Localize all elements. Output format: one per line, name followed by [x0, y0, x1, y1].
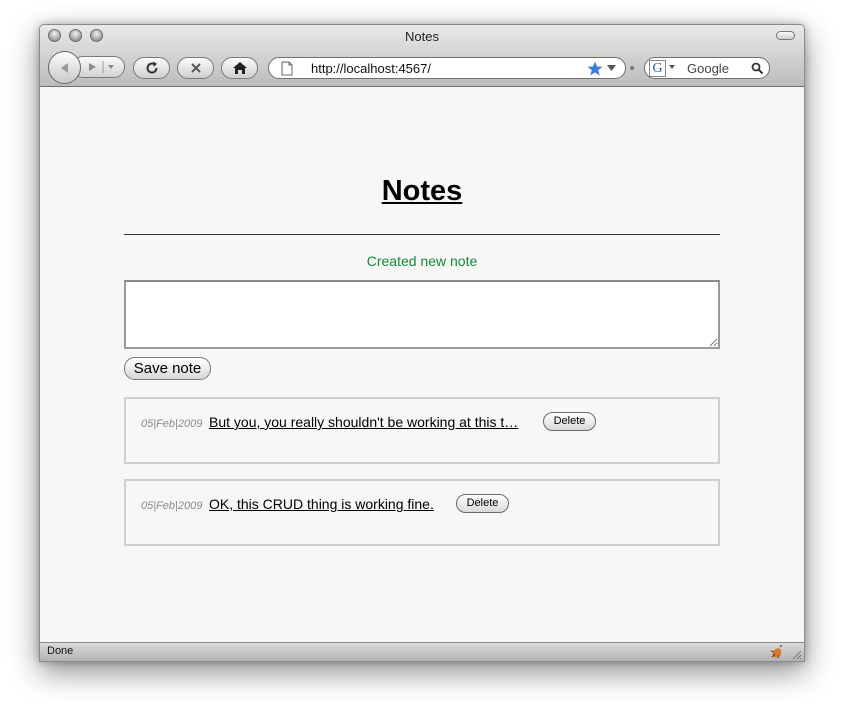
page-title[interactable]: Notes	[40, 175, 804, 208]
firebug-icon[interactable]	[770, 645, 784, 659]
reload-icon	[146, 61, 158, 74]
back-button[interactable]	[48, 51, 81, 84]
reload-button[interactable]	[133, 57, 170, 79]
note-link[interactable]: But you, you really shouldn't be working…	[209, 414, 518, 430]
flash-message: Created new note	[366, 253, 478, 269]
search-icon[interactable]	[751, 62, 764, 75]
engine-dropdown-icon[interactable]	[669, 65, 675, 70]
history-dropdown-icon[interactable]	[607, 65, 616, 72]
search-field[interactable]: G Google	[644, 57, 770, 79]
note-date: 05|Feb|2009	[141, 418, 203, 430]
heading-divider	[124, 234, 720, 235]
window-title: Notes	[405, 29, 439, 44]
note-item: 05|Feb|2009 But you, you really shouldn'…	[124, 397, 720, 464]
resize-grip-icon[interactable]	[790, 648, 802, 660]
page-icon	[281, 61, 293, 76]
back-forward-group	[48, 51, 125, 84]
search-engine-icon[interactable]: G	[649, 60, 666, 77]
page-content: Notes Created new note Save note 05|Feb|…	[40, 88, 804, 644]
delete-note-button[interactable]: Delete	[543, 412, 596, 431]
search-placeholder: Google	[687, 61, 729, 76]
toolbar-toggle-button[interactable]	[776, 31, 795, 40]
note-date: 05|Feb|2009	[141, 500, 203, 512]
bookmark-star-icon[interactable]	[587, 61, 603, 76]
stop-icon	[190, 63, 201, 73]
browser-toolbar: Notes http://localhost:4567/ G Google	[40, 25, 804, 87]
browser-window: Notes http://localhost:4567/ G Google No…	[39, 24, 805, 662]
title-bar: Notes	[40, 25, 804, 47]
status-bar: Done	[40, 642, 804, 661]
note-link[interactable]: OK, this CRUD thing is working fine.	[209, 496, 434, 512]
status-text: Done	[47, 645, 74, 657]
delete-note-button[interactable]: Delete	[456, 494, 509, 513]
url-text: http://localhost:4567/	[311, 61, 431, 76]
address-bar[interactable]: http://localhost:4567/	[268, 57, 626, 79]
resize-divider[interactable]	[630, 66, 634, 70]
home-button[interactable]	[221, 57, 258, 79]
save-note-button[interactable]: Save note	[124, 357, 211, 380]
home-icon	[232, 62, 247, 74]
note-textarea[interactable]	[124, 280, 720, 349]
stop-button[interactable]	[177, 57, 214, 79]
note-item: 05|Feb|2009 OK, this CRUD thing is worki…	[124, 479, 720, 546]
back-icon	[60, 62, 68, 73]
